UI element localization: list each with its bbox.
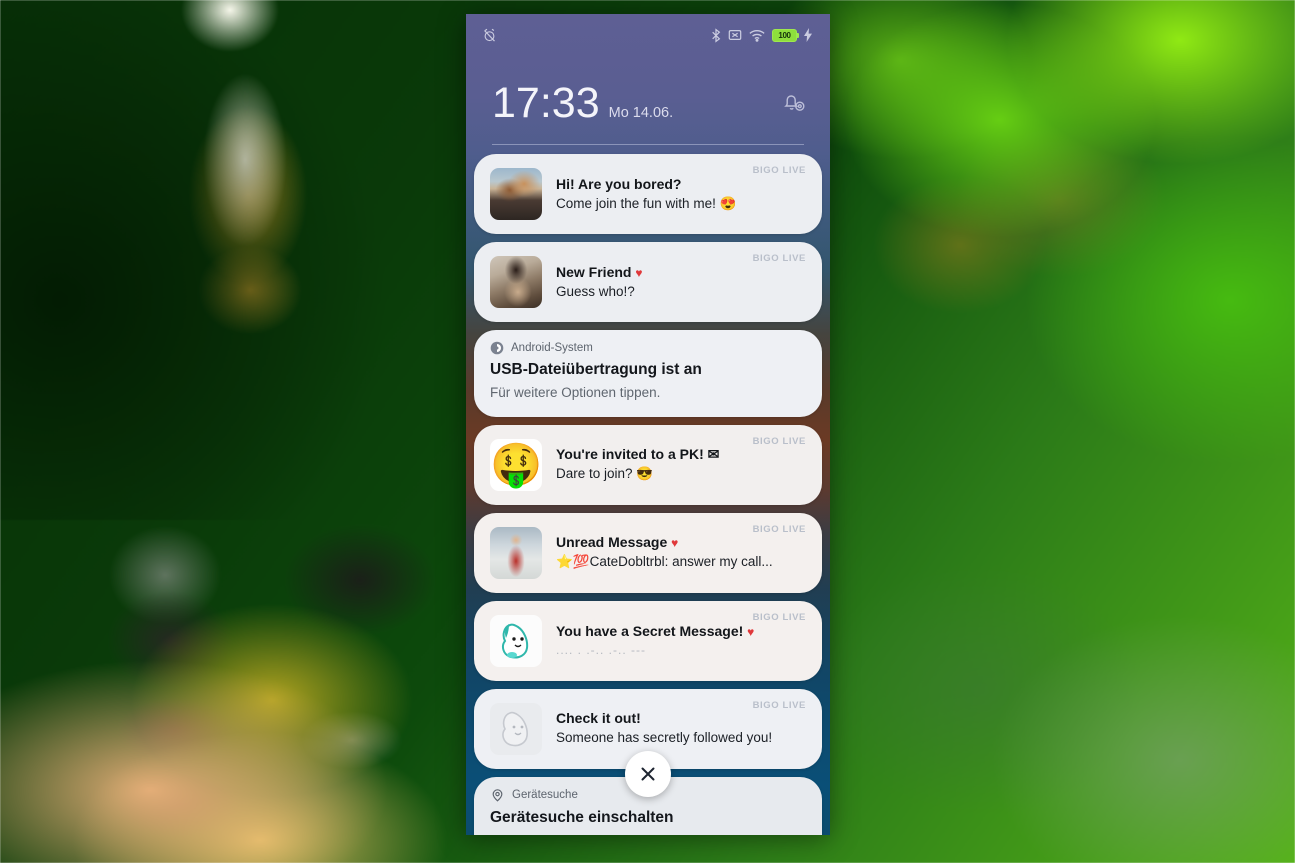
notification-body: .... . .-.. .-.. --- bbox=[556, 643, 646, 658]
notification-body: Für weitere Optionen tippen. bbox=[490, 384, 661, 400]
notification-title: New Friend ♥ bbox=[556, 263, 806, 282]
notification-body: Come join the fun with me! 😍 bbox=[556, 195, 737, 211]
close-icon bbox=[641, 767, 655, 781]
wallpaper-dark-vignette bbox=[0, 0, 470, 520]
money-mouth-emoji-icon: 🤑 bbox=[490, 440, 542, 488]
notification-card-bigo-unread[interactable]: BIGO LIVE Unread Message ♥ ⭐💯CateDobltrb… bbox=[474, 512, 822, 593]
android-system-icon bbox=[490, 341, 504, 355]
clock-time: 17:33 bbox=[492, 78, 600, 127]
notification-title-text: New Friend bbox=[556, 263, 632, 280]
avatar bbox=[490, 702, 542, 755]
avatar bbox=[490, 256, 542, 308]
notification-card-bigo-pk[interactable]: BIGO LIVE 🤑 You're invited to a PK! ✉ Da… bbox=[474, 424, 822, 505]
notification-card-bigo-secret[interactable]: BIGO LIVE You have a Secret Message! ♥ .… bbox=[474, 600, 822, 681]
notification-title-text: You have a Secret Message! bbox=[556, 623, 744, 640]
app-label: BIGO LIVE bbox=[752, 165, 806, 176]
clock-row: 17:33 Mo 14.06. bbox=[466, 72, 830, 134]
notification-body: Schütze deine Daten, auch wenn dein Gerä… bbox=[490, 832, 806, 835]
notification-body: Guess who!? bbox=[556, 283, 635, 299]
header-divider bbox=[492, 144, 804, 146]
notification-body: ⭐💯CateDobltrbl: answer my call... bbox=[556, 554, 773, 570]
notification-body: Dare to join? 😎 bbox=[556, 466, 654, 482]
avatar bbox=[490, 168, 542, 220]
notification-title: USB-Dateiübertragung ist an bbox=[490, 361, 702, 378]
app-label: BIGO LIVE bbox=[752, 611, 806, 623]
avatar bbox=[490, 614, 542, 667]
clock-date: Mo 14.06. bbox=[608, 104, 674, 121]
heart-icon: ♥ bbox=[635, 265, 643, 280]
status-bar: 100 bbox=[466, 14, 830, 56]
app-label: BIGO LIVE bbox=[752, 435, 806, 447]
system-card-header: Android-System bbox=[490, 341, 806, 355]
charging-bolt-icon bbox=[804, 28, 812, 42]
avatar: 🤑 bbox=[490, 438, 542, 491]
heart-icon: ♥ bbox=[671, 536, 679, 551]
bell-settings-icon[interactable] bbox=[782, 90, 808, 116]
clock-group: 17:33 Mo 14.06. bbox=[492, 78, 674, 127]
battery-indicator: 100 bbox=[772, 28, 800, 42]
notification-list: BIGO LIVE Hi! Are you bored? Come join t… bbox=[466, 154, 830, 835]
heart-icon: ♥ bbox=[747, 625, 755, 640]
notification-title: Gerätesuche einschalten bbox=[490, 808, 674, 826]
notification-title-text: Unread Message bbox=[556, 534, 668, 551]
wifi-icon bbox=[749, 29, 765, 42]
notification-shade-panel: 100 17:33 Mo 14.06. BIGO LIVE Hi! Are yo… bbox=[466, 14, 830, 835]
notification-title: Check it out! bbox=[556, 710, 641, 727]
status-bar-right-icons: 100 bbox=[711, 27, 812, 43]
notification-title: You're invited to a PK! ✉ bbox=[556, 446, 720, 463]
alarm-off-icon bbox=[484, 28, 495, 42]
app-label: BIGO LIVE bbox=[752, 523, 806, 535]
notification-card-bigo-bored[interactable]: BIGO LIVE Hi! Are you bored? Come join t… bbox=[474, 154, 822, 234]
notification-title: You have a Secret Message! ♥ bbox=[556, 622, 806, 641]
notification-body: Someone has secretly followed you! bbox=[556, 730, 773, 746]
notification-card-android-usb[interactable]: Android-System USB-Dateiübertragung ist … bbox=[474, 330, 822, 417]
system-app-name: Gerätesuche bbox=[512, 789, 578, 802]
avatar bbox=[490, 526, 542, 579]
cartoon-blob-icon bbox=[502, 623, 529, 659]
close-notifications-button[interactable] bbox=[625, 751, 671, 797]
bluetooth-icon bbox=[712, 27, 721, 43]
vibrate-mode-icon bbox=[728, 30, 742, 40]
cartoon-blob-outline-icon bbox=[502, 711, 528, 747]
app-label: BIGO LIVE bbox=[752, 253, 806, 264]
status-bar-left-icons bbox=[482, 28, 497, 43]
notification-title: Unread Message ♥ bbox=[556, 533, 806, 552]
system-app-name: Android-System bbox=[511, 342, 593, 354]
location-pin-icon bbox=[492, 789, 503, 802]
app-label: BIGO LIVE bbox=[752, 699, 806, 711]
notification-title: Hi! Are you bored? bbox=[556, 175, 682, 192]
notification-card-bigo-new-friend[interactable]: BIGO LIVE New Friend ♥ Guess who!? bbox=[474, 242, 822, 322]
